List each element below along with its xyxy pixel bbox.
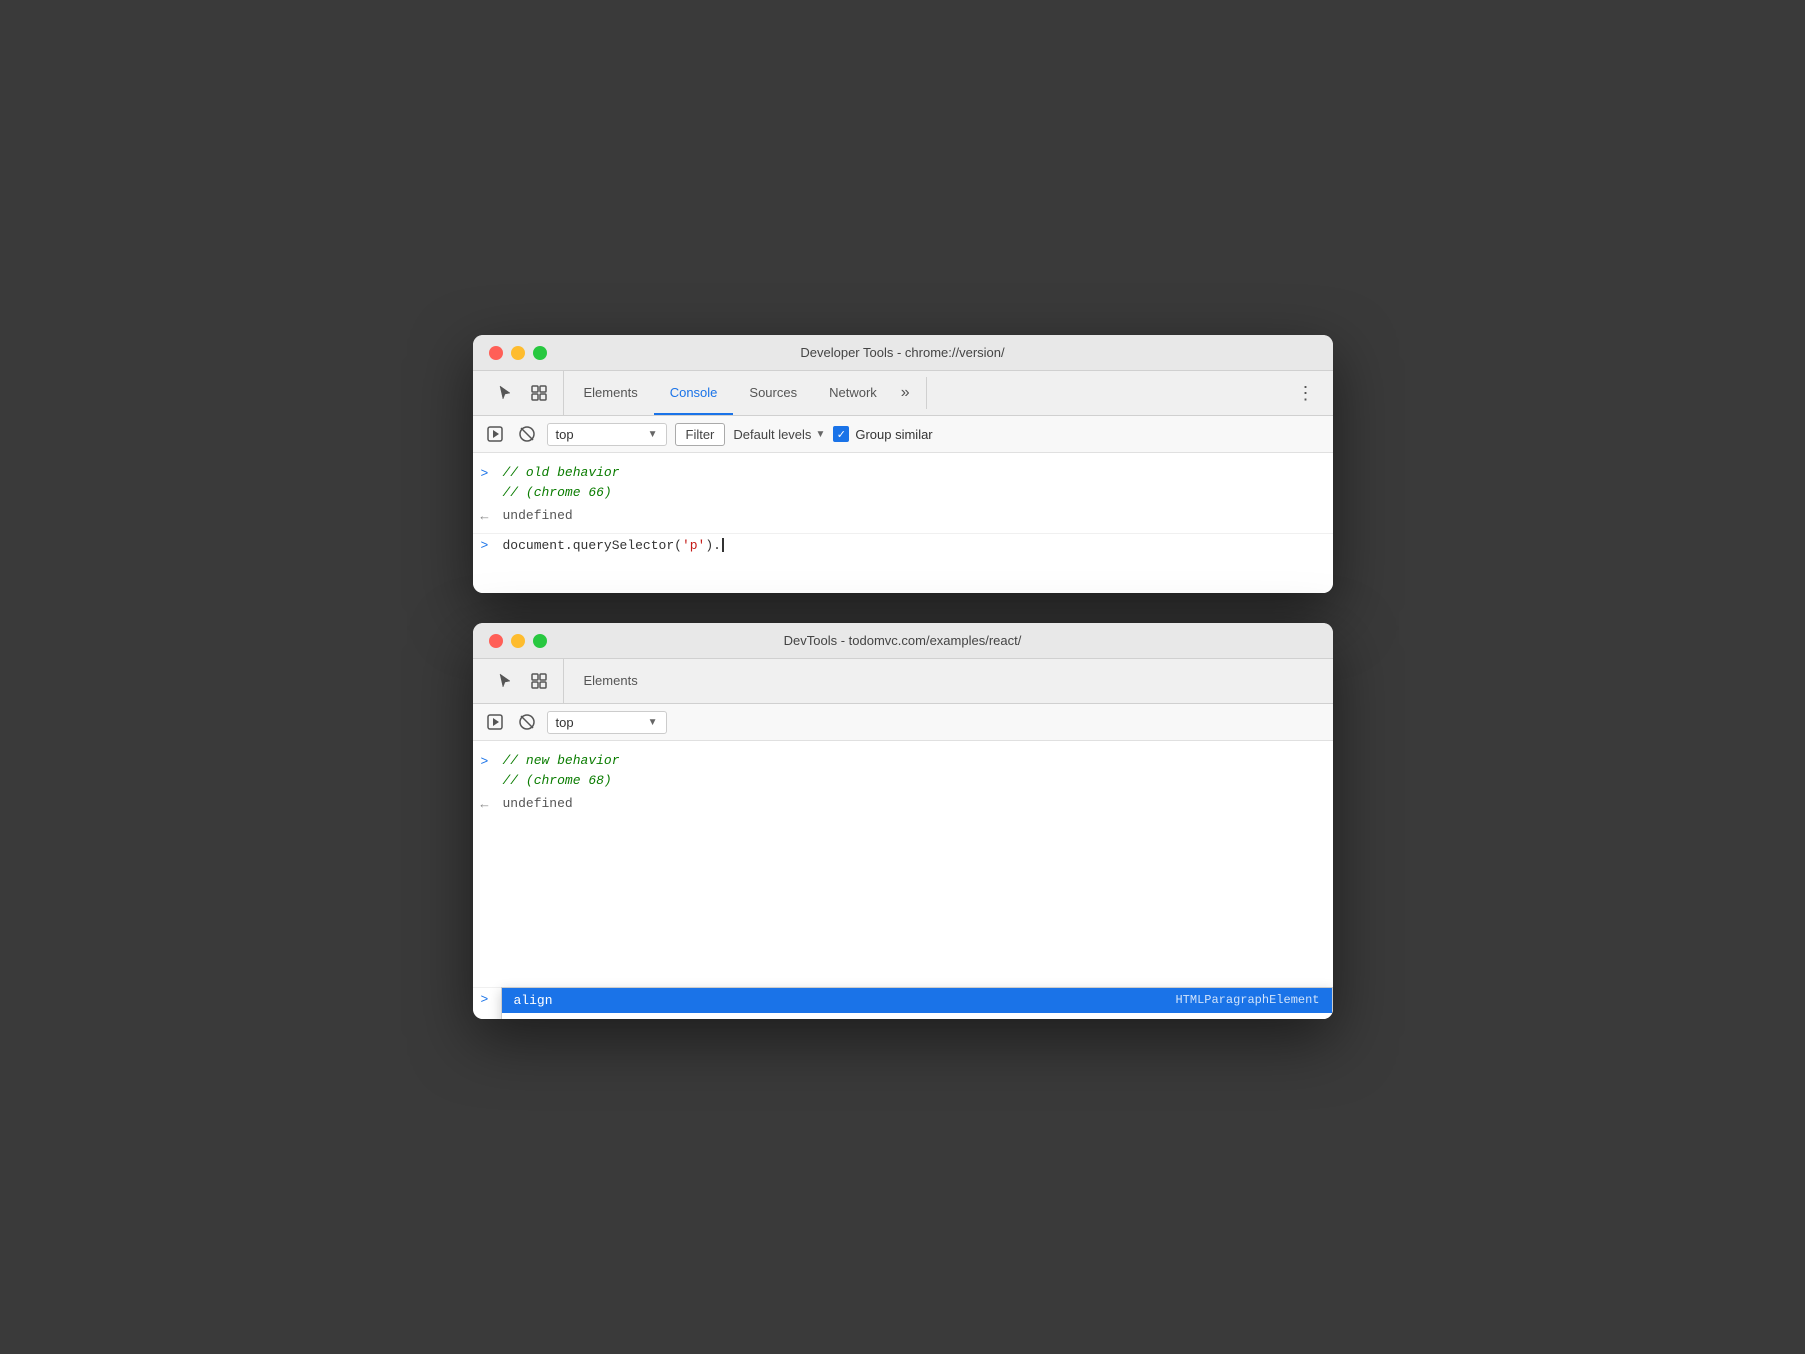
- console-code-1: // old behavior// (chrome 66): [503, 463, 620, 502]
- console-input-line-1[interactable]: > document.querySelector('p').: [473, 533, 1333, 557]
- tab-elements-1[interactable]: Elements: [568, 371, 654, 415]
- window-controls-1: [489, 346, 547, 360]
- cursor-icon-2[interactable]: [491, 667, 519, 695]
- devtools-menu-1[interactable]: ⋮: [1287, 371, 1325, 415]
- context-arrow-icon-2: ▼: [648, 717, 658, 728]
- minimize-button-1[interactable]: [511, 346, 525, 360]
- console-entry-2: > // new behavior// (chrome 68): [473, 749, 1333, 792]
- input-arrow-2: >: [481, 752, 495, 772]
- inspect-icon-2[interactable]: [525, 667, 553, 695]
- input-arrow-1: >: [481, 464, 495, 484]
- return-arrow-2: ←: [481, 795, 495, 815]
- console-prompt-1: >: [481, 538, 495, 553]
- autocomplete-dropdown: align HTMLParagraphElement constructor a…: [501, 987, 1333, 1019]
- execute-icon[interactable]: [483, 422, 507, 446]
- close-button-1[interactable]: [489, 346, 503, 360]
- tab-separator-1: [926, 377, 927, 409]
- console-input-text-1[interactable]: document.querySelector('p').: [503, 538, 724, 553]
- console-content-2: > // new behavior// (chrome 68) ← undefi…: [473, 741, 1333, 1019]
- context-selector-1[interactable]: top ▼: [547, 423, 667, 446]
- console-return-2: ← undefined: [473, 792, 1333, 817]
- close-button-2[interactable]: [489, 634, 503, 648]
- title-bar-2: DevTools - todomvc.com/examples/react/: [473, 623, 1333, 659]
- group-similar-checkbox[interactable]: ✓: [833, 426, 849, 442]
- window-title-1: Developer Tools - chrome://version/: [800, 345, 1004, 360]
- minimize-button-2[interactable]: [511, 634, 525, 648]
- console-return-1: ← undefined: [473, 504, 1333, 529]
- autocomplete-area: [654, 659, 1325, 703]
- console-undefined-1: undefined: [503, 506, 573, 526]
- console-entry-1: > // old behavior// (chrome 66): [473, 461, 1333, 504]
- console-undefined-2: undefined: [503, 794, 573, 814]
- context-arrow-icon: ▼: [648, 429, 658, 440]
- console-toolbar-2: top ▼: [473, 704, 1333, 741]
- tab-sources-1[interactable]: Sources: [733, 371, 813, 415]
- window-title-2: DevTools - todomvc.com/examples/react/: [784, 633, 1022, 648]
- devtools-window-2: DevTools - todomvc.com/examples/react/ E…: [473, 623, 1333, 1019]
- tab-icons-2: [481, 659, 564, 703]
- execute-icon-2[interactable]: [483, 710, 507, 734]
- tab-bar-2: Elements: [473, 659, 1333, 704]
- clear-icon[interactable]: [515, 422, 539, 446]
- inspect-icon[interactable]: [525, 379, 553, 407]
- title-bar-1: Developer Tools - chrome://version/: [473, 335, 1333, 371]
- devtools-window-1: Developer Tools - chrome://version/ Elem…: [473, 335, 1333, 593]
- cursor-icon[interactable]: [491, 379, 519, 407]
- autocomplete-item-align[interactable]: align HTMLParagraphElement: [502, 988, 1332, 1013]
- tab-console-1[interactable]: Console: [654, 371, 734, 415]
- tab-icons-1: [481, 371, 564, 415]
- group-similar-1[interactable]: ✓ Group similar: [833, 426, 932, 442]
- console-prompt-2: >: [481, 992, 495, 1007]
- tab-bar-1: Elements Console Sources Network » ⋮: [473, 371, 1333, 416]
- filter-button-1[interactable]: Filter: [675, 423, 726, 446]
- tab-elements-2[interactable]: Elements: [568, 659, 654, 703]
- console-code-2: // new behavior// (chrome 68): [503, 751, 620, 790]
- tab-network-1[interactable]: Network: [813, 371, 893, 415]
- context-selector-2[interactable]: top ▼: [547, 711, 667, 734]
- clear-icon-2[interactable]: [515, 710, 539, 734]
- console-toolbar-1: top ▼ Filter Default levels ▼ ✓ Group si…: [473, 416, 1333, 453]
- default-levels-1[interactable]: Default levels ▼: [733, 427, 825, 442]
- console-content-1: > // old behavior// (chrome 66) ← undefi…: [473, 453, 1333, 593]
- autocomplete-item-constructor[interactable]: constructor: [502, 1013, 1332, 1019]
- maximize-button-2[interactable]: [533, 634, 547, 648]
- maximize-button-1[interactable]: [533, 346, 547, 360]
- window-controls-2: [489, 634, 547, 648]
- levels-arrow-icon: ▼: [815, 429, 825, 440]
- more-tabs-icon-1[interactable]: »: [893, 371, 918, 415]
- input-with-autocomplete: align HTMLParagraphElement constructor a…: [473, 987, 1333, 1011]
- return-arrow-1: ←: [481, 507, 495, 527]
